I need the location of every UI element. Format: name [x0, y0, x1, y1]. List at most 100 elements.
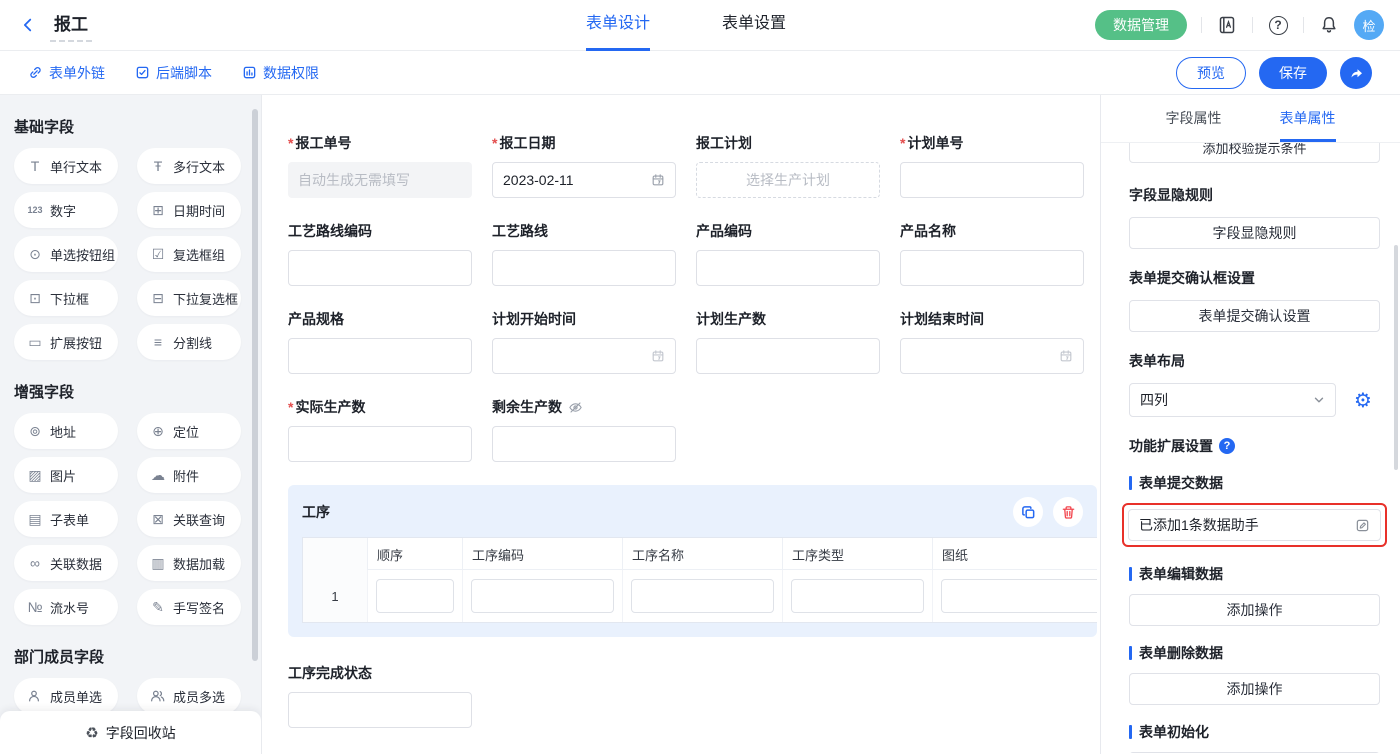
field-label: 工艺路线 — [492, 221, 548, 241]
sidebar-item-member-multi[interactable]: 成员多选 — [137, 678, 241, 714]
sidebar-item-serial-number[interactable]: №流水号 — [14, 589, 118, 625]
form-field-product-code[interactable]: 产品编码 — [696, 221, 880, 286]
submit-confirm-settings-button[interactable]: 表单提交确认设置 — [1129, 300, 1380, 332]
actual-qty-input[interactable] — [288, 426, 472, 462]
sidebar-item-single-line-text[interactable]: T单行文本 — [14, 148, 118, 184]
group-title-submit-data: 表单提交数据 — [1129, 473, 1380, 493]
form-field-report-number[interactable]: *报工单号 自动生成无需填写 — [288, 133, 472, 198]
sidebar-item-multi-line-text[interactable]: Ŧ多行文本 — [137, 148, 241, 184]
sidebar-item-data-load[interactable]: ▥数据加载 — [137, 545, 241, 581]
plan-start-time-input[interactable] — [492, 338, 676, 374]
route-input[interactable] — [492, 250, 676, 286]
process-name-cell-input[interactable] — [631, 579, 774, 613]
tab-form-settings[interactable]: 表单设置 — [722, 0, 786, 51]
add-action-delete-button[interactable]: 添加操作 — [1129, 673, 1380, 705]
add-action-edit-button[interactable]: 添加操作 — [1129, 594, 1380, 626]
backend-script-button[interactable]: 后端脚本 — [135, 63, 212, 83]
tab-form-design[interactable]: 表单设计 — [586, 0, 650, 51]
sidebar-item-checkbox-group[interactable]: ☑复选框组 — [137, 236, 241, 272]
plan-qty-input[interactable] — [696, 338, 880, 374]
form-field-product-spec[interactable]: 产品规格 — [288, 309, 472, 374]
form-field-process-status[interactable]: 工序完成状态 — [288, 663, 472, 728]
form-field-plan-qty[interactable]: 计划生产数 — [696, 309, 880, 374]
required-mark: * — [288, 399, 293, 415]
process-type-cell-input[interactable] — [791, 579, 924, 613]
layout-select[interactable]: 四列 — [1129, 383, 1336, 417]
sidebar-item-divider[interactable]: ≡分割线 — [137, 324, 241, 360]
add-action-init-button[interactable]: 添加操作 — [1129, 752, 1380, 753]
layout-settings-button[interactable]: ⚙ — [1346, 383, 1380, 417]
sidebar-item-subform[interactable]: ▤子表单 — [14, 501, 118, 537]
form-field-plan-number[interactable]: *计划单号 — [900, 133, 1084, 198]
col-header-process-name: 工序名称 — [622, 538, 782, 570]
app-title[interactable]: 报工 — [50, 8, 92, 42]
process-status-input[interactable] — [288, 692, 472, 728]
changelog-book-icon[interactable] — [1216, 14, 1238, 36]
field-label: 报工计划 — [696, 133, 752, 153]
sidebar-item-location[interactable]: ⊕定位 — [137, 413, 241, 449]
tab-form-properties[interactable]: 表单属性 — [1280, 95, 1336, 142]
form-field-product-name[interactable]: 产品名称 — [900, 221, 1084, 286]
visibility-rules-button[interactable]: 字段显隐规则 — [1129, 217, 1380, 249]
lookup-icon: ⊠ — [150, 511, 166, 528]
product-spec-input[interactable] — [288, 338, 472, 374]
extend-button-icon: ▭ — [27, 334, 43, 351]
plan-end-time-input[interactable] — [900, 338, 1084, 374]
report-date-input[interactable]: 2023-02-11 — [492, 162, 676, 198]
sidebar-item-radio-group[interactable]: ⊙单选按钮组 — [14, 236, 118, 272]
add-validation-condition-button[interactable]: 添加校验提示条件 — [1129, 143, 1380, 163]
help-icon[interactable]: ? — [1267, 14, 1289, 36]
sidebar-item-multi-dropdown[interactable]: ⊟下拉复选框 — [137, 280, 241, 316]
field-recycle-bin-button[interactable]: ♻ 字段回收站 — [0, 711, 261, 754]
duplicate-subform-button[interactable] — [1013, 497, 1043, 527]
panel-scrollbar[interactable] — [1394, 245, 1398, 470]
sidebar-item-dropdown[interactable]: ⊡下拉框 — [14, 280, 118, 316]
form-field-actual-qty[interactable]: *实际生产数 — [288, 397, 472, 462]
form-field-report-date[interactable]: *报工日期 2023-02-11 — [492, 133, 676, 198]
process-code-cell-input[interactable] — [471, 579, 614, 613]
share-button[interactable] — [1340, 57, 1372, 89]
back-icon[interactable] — [16, 13, 40, 37]
sidebar-item-lookup-query[interactable]: ⊠关联查询 — [137, 501, 241, 537]
form-field-route[interactable]: 工艺路线 — [492, 221, 676, 286]
tab-field-properties[interactable]: 字段属性 — [1166, 95, 1222, 142]
form-field-route-code[interactable]: 工艺路线编码 — [288, 221, 472, 286]
subform-processes[interactable]: 工序 顺序 工序编码 工序名称 — [288, 485, 1097, 637]
report-number-input[interactable]: 自动生成无需填写 — [288, 162, 472, 198]
data-manage-button[interactable]: 数据管理 — [1095, 10, 1187, 40]
sidebar-scrollbar[interactable] — [252, 109, 258, 661]
form-field-remaining-qty[interactable]: 剩余生产数 — [492, 397, 676, 462]
drawing-cell-input[interactable] — [941, 579, 1097, 613]
data-assistant-button[interactable]: 已添加1条数据助手 — [1128, 509, 1381, 541]
remaining-qty-input[interactable] — [492, 426, 676, 462]
sidebar-item-address[interactable]: ⊚地址 — [14, 413, 118, 449]
data-permission-button[interactable]: 数据权限 — [242, 63, 319, 83]
help-badge-icon[interactable]: ? — [1219, 438, 1235, 454]
edit-pencil-icon — [1355, 518, 1370, 533]
save-button[interactable]: 保存 — [1259, 57, 1327, 89]
sidebar-item-number[interactable]: 123数字 — [14, 192, 118, 228]
avatar[interactable]: 检 — [1354, 10, 1384, 40]
preview-button[interactable]: 预览 — [1176, 57, 1246, 89]
sidebar-item-datetime[interactable]: ⊞日期时间 — [137, 192, 241, 228]
sidebar-item-linked-data[interactable]: ∞关联数据 — [14, 545, 118, 581]
report-plan-picker[interactable]: 选择生产计划 — [696, 162, 880, 198]
route-code-input[interactable] — [288, 250, 472, 286]
delete-subform-button[interactable] — [1053, 497, 1083, 527]
section-title-member-fields: 部门成员字段 — [14, 646, 261, 667]
sidebar-item-member-single[interactable]: 成员单选 — [14, 678, 118, 714]
form-field-plan-start-time[interactable]: 计划开始时间 — [492, 309, 676, 374]
form-field-report-plan[interactable]: 报工计划 选择生产计划 — [696, 133, 880, 198]
product-code-input[interactable] — [696, 250, 880, 286]
col-header-drawing: 图纸 — [932, 538, 1097, 570]
sidebar-item-extend-button[interactable]: ▭扩展按钮 — [14, 324, 118, 360]
sidebar-item-attachment[interactable]: ☁附件 — [137, 457, 241, 493]
order-cell-input[interactable] — [376, 579, 454, 613]
sidebar-item-image[interactable]: ▨图片 — [14, 457, 118, 493]
form-field-plan-end-time[interactable]: 计划结束时间 — [900, 309, 1084, 374]
product-name-input[interactable] — [900, 250, 1084, 286]
plan-number-input[interactable] — [900, 162, 1084, 198]
notification-bell-icon[interactable] — [1318, 14, 1340, 36]
sidebar-item-signature[interactable]: ✎手写签名 — [137, 589, 241, 625]
external-link-button[interactable]: 表单外链 — [28, 63, 105, 83]
